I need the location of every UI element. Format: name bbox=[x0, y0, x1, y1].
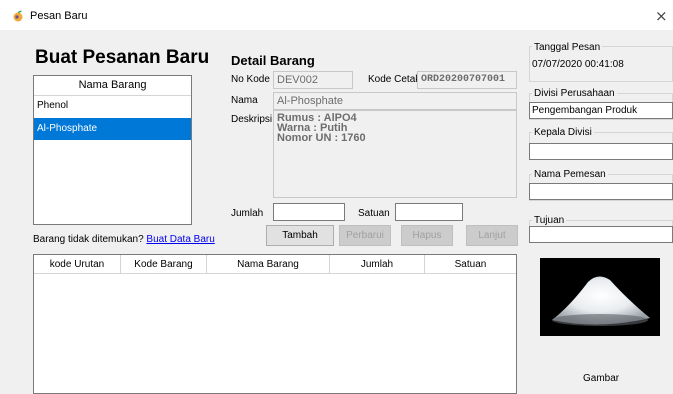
grid-column-header[interactable]: Jumlah bbox=[330, 255, 425, 274]
order-grid[interactable]: kode Urutan Kode Barang Nama Barang Juml… bbox=[33, 254, 517, 394]
list-header: Nama Barang bbox=[34, 76, 191, 96]
product-image bbox=[540, 258, 660, 336]
lanjut-button[interactable]: Lanjut bbox=[466, 225, 518, 246]
divisi-label: Divisi Perusahaan bbox=[532, 88, 617, 99]
deskripsi-field[interactable]: Rumus : AlPO4 Warna : Putih Nomor UN : 1… bbox=[273, 110, 517, 198]
list-item-phenol[interactable]: Phenol bbox=[34, 95, 191, 117]
jumlah-input[interactable] bbox=[273, 203, 345, 221]
deskripsi-line: Nomor UN : 1760 bbox=[277, 132, 366, 144]
deskripsi-label: Deskripsi bbox=[231, 114, 273, 125]
tujuan-label: Tujuan bbox=[532, 215, 567, 226]
tanggal-value: 07/07/2020 00:41:08 bbox=[532, 59, 624, 70]
tujuan-field[interactable] bbox=[529, 226, 673, 243]
item-listbox[interactable]: Nama Barang Phenol Al-Phosphate bbox=[33, 75, 192, 225]
pemesan-field[interactable] bbox=[529, 183, 673, 200]
close-icon[interactable]: × bbox=[655, 7, 668, 25]
tanggal-label: Tanggal Pesan bbox=[532, 42, 603, 53]
divisi-field[interactable]: Pengembangan Produk bbox=[529, 102, 673, 119]
satuan-input[interactable] bbox=[395, 203, 463, 221]
grid-column-header[interactable]: Kode Barang bbox=[121, 255, 207, 274]
list-item-al-phosphate[interactable]: Al-Phosphate bbox=[34, 118, 191, 140]
hapus-button[interactable]: Hapus bbox=[401, 225, 453, 246]
not-found-prompt: Barang tidak ditemukan? Buat Data Baru bbox=[33, 234, 215, 245]
grid-column-header[interactable]: Nama Barang bbox=[207, 255, 330, 274]
nama-label: Nama bbox=[231, 95, 258, 106]
grid-column-header[interactable]: Satuan bbox=[425, 255, 516, 274]
tambah-button[interactable]: Tambah bbox=[266, 225, 334, 246]
kepala-label: Kepala Divisi bbox=[532, 127, 594, 138]
detail-title: Detail Barang bbox=[231, 53, 315, 68]
perbarui-button[interactable]: Perbarui bbox=[339, 225, 391, 246]
kode-field[interactable]: DEV002 bbox=[273, 71, 353, 89]
title-bar: Pesan Baru × bbox=[0, 0, 673, 30]
kode-label: No Kode bbox=[231, 74, 270, 85]
kode-cetak-label: Kode Cetak bbox=[368, 74, 421, 85]
kode-cetak-field[interactable]: ORD20200707001 bbox=[417, 71, 517, 89]
jumlah-label: Jumlah bbox=[231, 208, 264, 219]
app-icon bbox=[13, 10, 23, 22]
image-caption: Gambar bbox=[583, 373, 620, 384]
nama-field[interactable]: Al-Phosphate bbox=[273, 92, 517, 110]
pemesan-label: Nama Pemesan bbox=[532, 169, 608, 180]
create-new-link[interactable]: Buat Data Baru bbox=[146, 234, 214, 245]
grid-column-header[interactable]: kode Urutan bbox=[34, 255, 121, 274]
kepala-field[interactable] bbox=[529, 143, 673, 160]
window-title: Pesan Baru bbox=[30, 10, 88, 22]
satuan-label: Satuan bbox=[358, 208, 390, 219]
page-title: Buat Pesanan Baru bbox=[35, 47, 210, 68]
not-found-text: Barang tidak ditemukan? bbox=[33, 234, 144, 245]
